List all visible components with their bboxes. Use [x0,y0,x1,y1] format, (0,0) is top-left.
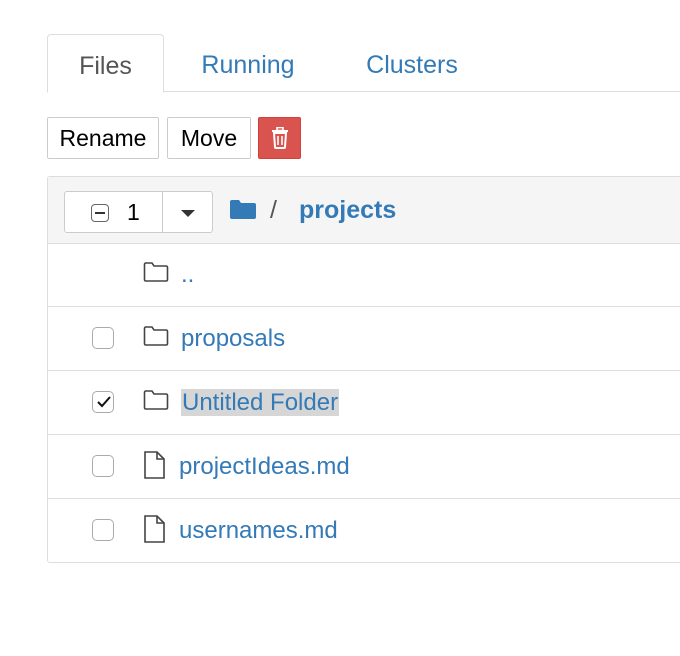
file-name-link[interactable]: .. [181,243,194,307]
tab-running[interactable]: Running [174,34,322,92]
selected-count: 1 [127,199,140,225]
trash-icon [272,127,288,149]
folder-icon[interactable] [230,199,256,219]
row-checkbox[interactable] [92,327,114,349]
file-list-panel: 1 / projects .. proposals Untitled Folder p… [47,176,680,563]
rename-button[interactable]: Rename [47,117,159,159]
file-name-link[interactable]: projectIdeas.md [179,435,350,499]
row-checkbox[interactable] [92,519,114,541]
file-name-text: projectIdeas.md [179,453,350,480]
file-icon [143,515,165,548]
folder-icon [143,325,169,352]
file-name-text: Untitled Folder [181,389,340,416]
file-name-text: .. [181,261,195,288]
file-row[interactable]: usernames.md [48,499,680,562]
file-name-text: proposals [181,325,286,352]
file-list-header: 1 / projects [48,177,680,244]
file-row[interactable]: projectIdeas.md [48,435,680,499]
select-all-checkbox[interactable] [91,204,109,222]
tab-bar: Files Running Clusters [47,34,680,93]
file-name-text: usernames.md [179,517,338,544]
move-button[interactable]: Move [167,117,251,159]
selection-divider [162,192,163,232]
file-name-link[interactable]: usernames.md [179,499,338,563]
chevron-down-icon[interactable] [181,210,195,217]
breadcrumb-current[interactable]: projects [299,177,396,243]
file-row[interactable]: Untitled Folder [48,371,680,435]
delete-button[interactable] [258,117,301,159]
file-row[interactable]: .. [48,243,680,307]
breadcrumb-separator: / [270,196,277,224]
selection-control: 1 [64,191,213,233]
file-row[interactable]: proposals [48,307,680,371]
tab-files[interactable]: Files [47,34,164,93]
file-icon [143,451,165,484]
file-name-link[interactable]: proposals [181,307,285,371]
checkmark-icon [96,394,112,415]
folder-icon [143,389,169,416]
row-checkbox[interactable] [92,455,114,477]
tab-clusters[interactable]: Clusters [337,34,487,92]
file-name-link[interactable]: Untitled Folder [181,371,340,435]
folder-icon [143,261,169,288]
row-checkbox[interactable] [92,391,114,413]
